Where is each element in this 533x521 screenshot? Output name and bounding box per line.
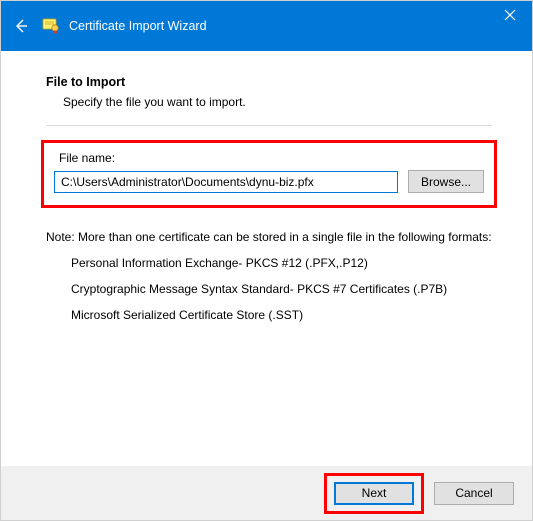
file-name-label: File name: xyxy=(59,151,484,165)
close-icon xyxy=(504,9,516,21)
format-line-2: Cryptographic Message Syntax Standard- P… xyxy=(71,282,492,296)
close-button[interactable] xyxy=(487,1,532,29)
file-name-input[interactable] xyxy=(54,171,398,193)
window-title: Certificate Import Wizard xyxy=(69,19,207,33)
file-row: Browse... xyxy=(54,170,484,193)
footer: Next Cancel xyxy=(1,466,532,520)
content-area: File to Import Specify the file you want… xyxy=(1,51,532,322)
format-line-3: Microsoft Serialized Certificate Store (… xyxy=(71,308,492,322)
note-intro: Note: More than one certificate can be s… xyxy=(46,230,492,244)
back-button[interactable] xyxy=(5,10,37,42)
divider xyxy=(46,125,492,126)
titlebar: Certificate Import Wizard xyxy=(1,1,532,51)
next-button-highlight: Next xyxy=(324,473,424,514)
file-section-highlight: File name: Browse... xyxy=(41,140,497,208)
cancel-button[interactable]: Cancel xyxy=(434,482,514,505)
page-subheading: Specify the file you want to import. xyxy=(63,95,492,109)
note-block: Note: More than one certificate can be s… xyxy=(46,230,492,322)
back-arrow-icon xyxy=(12,17,30,35)
page-heading: File to Import xyxy=(46,75,492,89)
next-button[interactable]: Next xyxy=(334,482,414,505)
browse-button[interactable]: Browse... xyxy=(408,170,484,193)
certificate-icon xyxy=(41,16,61,36)
format-line-1: Personal Information Exchange- PKCS #12 … xyxy=(71,256,492,270)
